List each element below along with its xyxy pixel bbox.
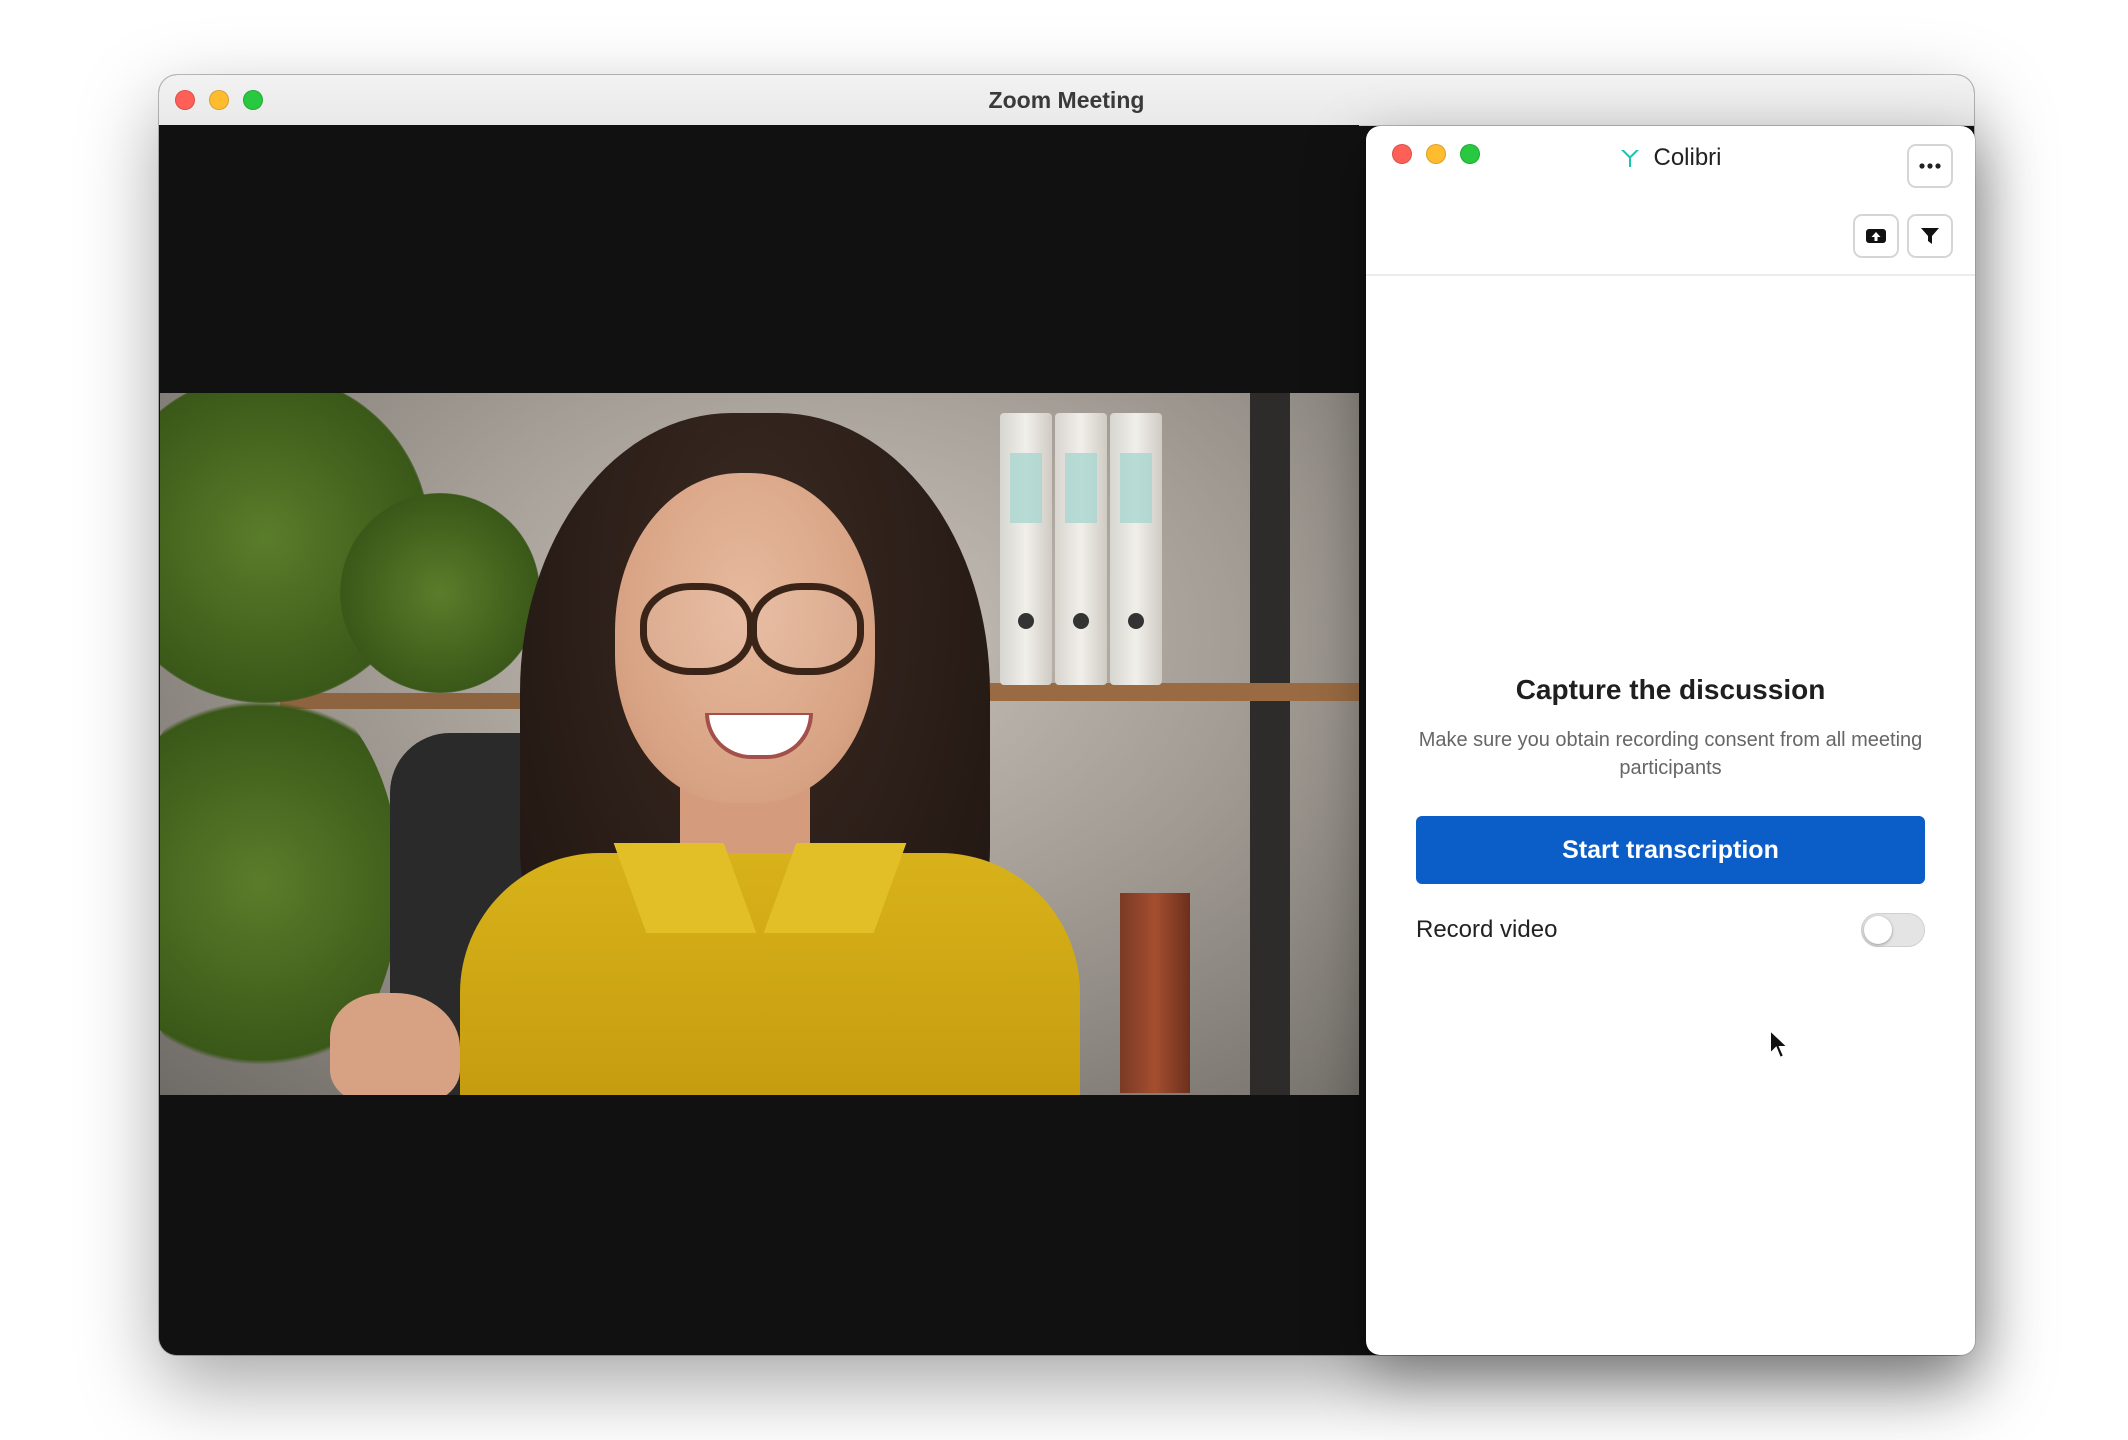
- video-background-shelf: [990, 683, 1359, 701]
- more-horizontal-icon: [1919, 163, 1941, 169]
- filter-icon: [1921, 228, 1939, 244]
- upload-icon: [1866, 229, 1886, 243]
- participant-shirt: [460, 853, 1080, 1095]
- participant-video[interactable]: [160, 393, 1359, 1095]
- desktop: Zoom Meeting Colibri Capture the discuss…: [0, 0, 2128, 1440]
- video-background-post: [1250, 393, 1290, 1095]
- colibri-logo-icon: [1619, 147, 1641, 169]
- record-video-toggle[interactable]: [1861, 913, 1925, 947]
- upload-button[interactable]: [1853, 214, 1899, 258]
- mouse-cursor-icon: [1768, 1027, 1791, 1065]
- video-background-binder: [1000, 413, 1052, 685]
- colibri-brand: Colibri: [1366, 126, 1975, 190]
- more-options-button[interactable]: [1907, 144, 1953, 188]
- colibri-panel: Colibri Capture the discussion Make sure…: [1366, 126, 1975, 1355]
- toggle-knob: [1864, 916, 1892, 944]
- video-background-binder: [1055, 413, 1107, 685]
- start-transcription-button[interactable]: Start transcription: [1416, 816, 1925, 884]
- record-video-label: Record video: [1416, 916, 1558, 943]
- filter-button[interactable]: [1907, 214, 1953, 258]
- capture-heading: Capture the discussion: [1515, 674, 1826, 705]
- consent-message: Make sure you obtain recording consent f…: [1418, 729, 1923, 779]
- participant-hand: [330, 993, 460, 1095]
- zoom-window-title: Zoom Meeting: [988, 87, 1145, 113]
- meeting-video-area[interactable]: [159, 125, 1359, 1355]
- video-background-books: [1120, 893, 1190, 1093]
- zoom-titlebar[interactable]: Zoom Meeting: [159, 75, 1974, 126]
- participant-glasses: [640, 583, 754, 675]
- video-background-binder: [1110, 413, 1162, 685]
- record-video-row: Record video: [1416, 906, 1925, 954]
- participant-glasses: [750, 583, 864, 675]
- colibri-app-name: Colibri: [1653, 144, 1722, 171]
- panel-divider: [1366, 274, 1975, 276]
- video-background-plant: [340, 493, 540, 693]
